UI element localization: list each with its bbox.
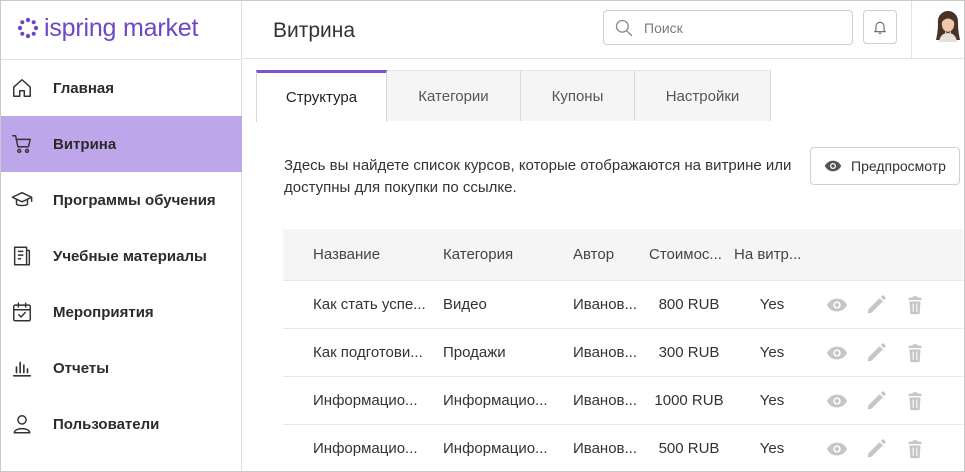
column-header-name[interactable]: Название xyxy=(313,246,443,263)
table-row[interactable]: Как стать успе... Видео Иванов... 800 RU… xyxy=(283,281,963,329)
user-icon xyxy=(11,413,33,435)
row-actions xyxy=(825,293,942,317)
sidebar-item-programs[interactable]: Программы обучения xyxy=(1,172,242,228)
cell-price: 300 RUB xyxy=(658,344,720,361)
delete-icon[interactable] xyxy=(903,437,927,461)
sidebar-item-events[interactable]: Мероприятия xyxy=(1,284,242,340)
delete-icon[interactable] xyxy=(903,341,927,365)
cell-visible: Yes xyxy=(759,296,785,313)
table-header: Название Категория Автор Стоимос... На в… xyxy=(283,229,963,281)
view-icon[interactable] xyxy=(825,437,849,461)
cell-name: Информацио... xyxy=(313,440,418,457)
delete-icon[interactable] xyxy=(903,389,927,413)
cell-price: 1000 RUB xyxy=(654,392,724,409)
app-window: ispring market Главная Витрина Программы… xyxy=(0,0,965,472)
sidebar-item-label: Мероприятия xyxy=(53,303,154,321)
tabs-filler xyxy=(771,70,964,121)
document-icon xyxy=(11,245,33,267)
cell-category: Продажи xyxy=(443,344,506,361)
view-icon[interactable] xyxy=(825,389,849,413)
column-header-visible[interactable]: На витр... xyxy=(734,246,810,263)
cell-author: Иванов... xyxy=(573,392,638,409)
column-header-price[interactable]: Стоимос... xyxy=(649,246,729,263)
cell-category: Информацио... xyxy=(443,440,548,457)
row-actions xyxy=(825,437,942,461)
column-header-author[interactable]: Автор xyxy=(573,246,647,263)
main-content: Структура Категории Купоны Настройки Зде… xyxy=(256,60,964,471)
tab-categories[interactable]: Категории xyxy=(387,70,521,121)
top-header: Витрина xyxy=(242,1,964,59)
header-separator xyxy=(911,1,912,59)
sidebar-item-home[interactable]: Главная xyxy=(1,60,242,116)
sidebar-item-users[interactable]: Пользователи xyxy=(1,396,242,452)
view-icon[interactable] xyxy=(825,293,849,317)
sidebar: ispring market Главная Витрина Программы… xyxy=(1,1,242,471)
logo[interactable]: ispring market xyxy=(17,13,198,43)
search-box[interactable] xyxy=(603,10,853,45)
calendar-icon xyxy=(11,301,33,323)
cell-name: Как подготови... xyxy=(313,344,423,361)
cell-category: Видео xyxy=(443,296,487,313)
row-actions xyxy=(825,389,942,413)
sidebar-nav: Главная Витрина Программы обучения Учебн… xyxy=(1,60,242,452)
notifications-button[interactable] xyxy=(863,10,897,44)
logo-text: ispring market xyxy=(44,14,198,43)
bar-chart-icon xyxy=(11,357,33,379)
row-actions xyxy=(825,341,942,365)
sidebar-item-label: Программы обучения xyxy=(53,191,216,209)
sidebar-item-label: Учебные материалы xyxy=(53,247,207,265)
cell-visible: Yes xyxy=(759,344,785,361)
sidebar-item-showcase[interactable]: Витрина xyxy=(1,116,242,172)
sidebar-item-label: Витрина xyxy=(53,135,117,153)
tab-settings[interactable]: Настройки xyxy=(635,70,771,121)
cell-name: Информацио... xyxy=(313,392,418,409)
edit-icon[interactable] xyxy=(864,341,888,365)
cell-category: Информацио... xyxy=(443,392,548,409)
sidebar-item-label: Пользователи xyxy=(53,415,160,433)
edit-icon[interactable] xyxy=(864,389,888,413)
courses-table: Название Категория Автор Стоимос... На в… xyxy=(283,229,963,471)
table-row[interactable]: Информацио... Информацио... Иванов... 50… xyxy=(283,425,963,471)
tab-coupons[interactable]: Купоны xyxy=(521,70,635,121)
home-icon xyxy=(11,77,33,99)
edit-icon[interactable] xyxy=(864,293,888,317)
cell-price: 500 RUB xyxy=(658,440,720,457)
logo-text-market: market xyxy=(123,13,199,42)
column-header-category[interactable]: Категория xyxy=(443,246,555,263)
avatar[interactable] xyxy=(934,10,962,42)
graduation-cap-icon xyxy=(11,189,33,211)
cart-icon xyxy=(11,133,33,155)
view-icon[interactable] xyxy=(825,341,849,365)
page-title: Витрина xyxy=(273,19,356,42)
cell-name: Как стать успе... xyxy=(313,296,426,313)
cell-visible: Yes xyxy=(759,392,785,409)
sidebar-item-label: Отчеты xyxy=(53,359,110,377)
search-icon xyxy=(615,19,633,36)
section-description: Здесь вы найдете список курсов, которые … xyxy=(284,157,792,196)
tab-structure[interactable]: Структура xyxy=(256,70,387,122)
tabs-bar: Структура Категории Купоны Настройки xyxy=(256,70,964,122)
edit-icon[interactable] xyxy=(864,437,888,461)
logo-mark-icon xyxy=(17,17,39,39)
cell-author: Иванов... xyxy=(573,440,638,457)
logo-text-ispring: ispring xyxy=(44,13,117,42)
delete-icon[interactable] xyxy=(903,293,927,317)
table-row[interactable]: Информацио... Информацио... Иванов... 10… xyxy=(283,377,963,425)
cell-visible: Yes xyxy=(759,440,785,457)
sidebar-item-materials[interactable]: Учебные материалы xyxy=(1,228,242,284)
sidebar-item-label: Главная xyxy=(53,79,115,97)
preview-button[interactable]: Предпросмотр xyxy=(810,147,960,185)
table-row[interactable]: Как подготови... Продажи Иванов... 300 R… xyxy=(283,329,963,377)
cell-author: Иванов... xyxy=(573,296,638,313)
cell-price: 800 RUB xyxy=(658,296,720,313)
cell-author: Иванов... xyxy=(573,344,638,361)
bell-icon xyxy=(874,21,886,34)
preview-button-label: Предпросмотр xyxy=(851,158,946,174)
search-input[interactable] xyxy=(644,19,834,36)
sidebar-item-reports[interactable]: Отчеты xyxy=(1,340,242,396)
eye-icon xyxy=(824,160,842,172)
